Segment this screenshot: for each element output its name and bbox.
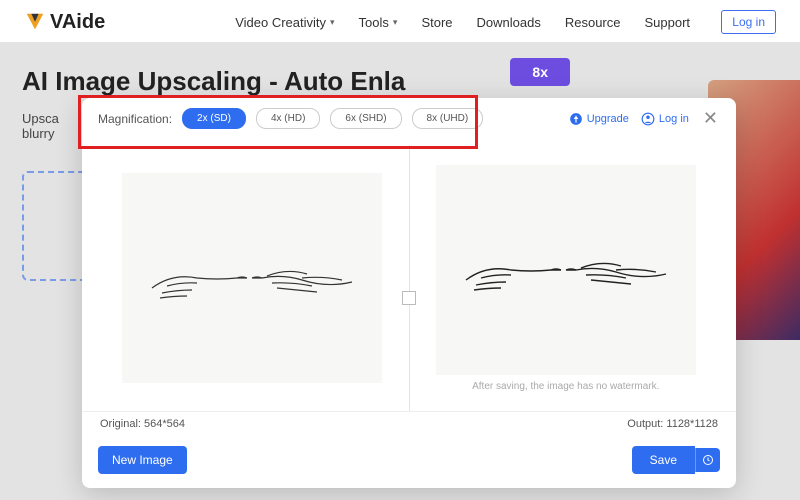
modal-top-right: Upgrade Log in ✕ [569, 108, 720, 129]
upgrade-link[interactable]: Upgrade [569, 112, 629, 126]
upgrade-icon [569, 112, 583, 126]
nav-tools[interactable]: Tools▾ [359, 15, 398, 30]
nav-items: Video Creativity▾ Tools▾ Store Downloads… [235, 15, 690, 30]
nav-resource[interactable]: Resource [565, 15, 621, 30]
magnification-options: 2x (SD) 4x (HD) 6x (SHD) 8x (UHD) [182, 108, 483, 129]
close-icon[interactable]: ✕ [701, 108, 720, 129]
magnification-label: Magnification: [98, 112, 172, 126]
dimension-info: Original: 564*564 Output: 1128*1128 [82, 411, 736, 436]
hands-sketch-icon [456, 230, 676, 310]
mag-option-2x[interactable]: 2x (SD) [182, 108, 246, 129]
save-button[interactable]: Save [632, 446, 695, 474]
new-image-button[interactable]: New Image [98, 446, 187, 474]
chevron-down-icon: ▾ [330, 17, 335, 28]
output-image [436, 165, 696, 375]
badge-8x: 8x [510, 58, 570, 86]
history-icon [702, 454, 714, 466]
mag-option-8x[interactable]: 8x (UHD) [412, 108, 484, 129]
mag-option-6x[interactable]: 6x (SHD) [330, 108, 401, 129]
output-dimensions: Output: 1128*1128 [627, 418, 718, 430]
chevron-down-icon: ▾ [393, 17, 398, 28]
modal-login-link[interactable]: Log in [641, 112, 689, 126]
save-button-group: Save [632, 446, 720, 474]
modal-actions: New Image Save [82, 436, 736, 488]
modal-toolbar: Magnification: 2x (SD) 4x (HD) 6x (SHD) … [82, 98, 736, 139]
compare-slider-handle[interactable] [402, 291, 416, 305]
compare-area: After saving, the image has no watermark… [82, 139, 736, 411]
save-options-button[interactable] [695, 448, 720, 472]
original-dimensions: Original: 564*564 [100, 418, 185, 430]
brand-logo-icon [24, 11, 46, 33]
brand-name: VAide [50, 11, 105, 34]
original-image [122, 173, 382, 383]
nav-downloads[interactable]: Downloads [477, 15, 541, 30]
output-pane: After saving, the image has no watermark… [409, 145, 723, 411]
mag-option-4x[interactable]: 4x (HD) [256, 108, 320, 129]
original-pane [96, 145, 409, 411]
login-button[interactable]: Log in [721, 10, 776, 34]
nav-support[interactable]: Support [644, 15, 690, 30]
hands-sketch-icon [142, 238, 362, 318]
nav-video-creativity[interactable]: Video Creativity▾ [235, 15, 334, 30]
brand-logo[interactable]: VAide [24, 11, 105, 34]
top-nav: VAide Video Creativity▾ Tools▾ Store Dow… [0, 0, 800, 45]
hero-title: AI Image Upscaling - Auto Enla [22, 66, 422, 97]
nav-store[interactable]: Store [421, 15, 452, 30]
user-icon [641, 112, 655, 126]
watermark-note: After saving, the image has no watermark… [472, 381, 659, 392]
upscale-modal: Magnification: 2x (SD) 4x (HD) 6x (SHD) … [82, 98, 736, 488]
